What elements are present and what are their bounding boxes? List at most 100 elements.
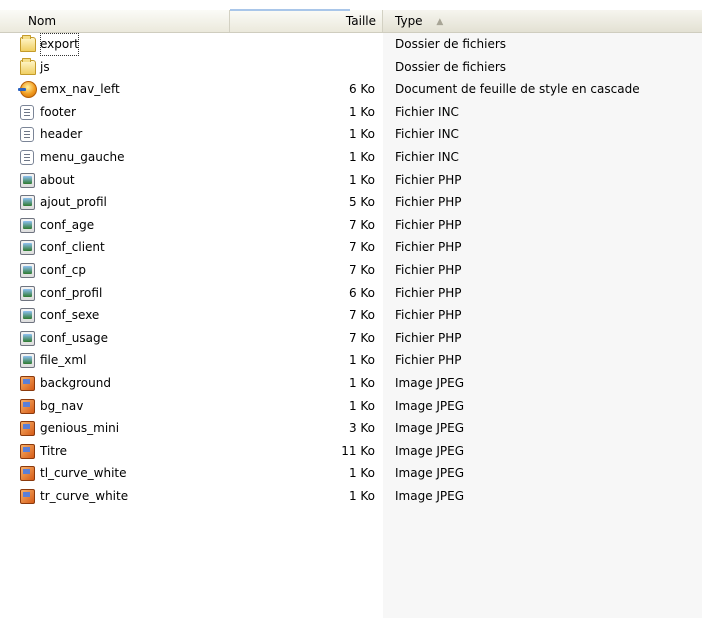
file-row[interactable]: genious_mini 3 Ko Image JPEG: [0, 417, 702, 440]
file-size: 5 Ko: [348, 195, 375, 210]
file-type: Fichier PHP: [395, 195, 462, 210]
file-name-cell[interactable]: background: [20, 372, 230, 395]
file-size: 1 Ko: [348, 488, 375, 503]
php-file-icon: [20, 172, 35, 188]
file-name-cell[interactable]: bg_nav: [20, 395, 230, 418]
file-name-cell[interactable]: Titre: [20, 440, 230, 463]
file-size: 6 Ko: [348, 285, 375, 300]
file-type: Fichier PHP: [395, 262, 462, 277]
file-name-cell[interactable]: emx_nav_left: [18, 78, 230, 101]
file-name-cell[interactable]: conf_cp: [20, 259, 230, 282]
file-size: 7 Ko: [348, 240, 375, 255]
file-name-cell[interactable]: ajout_profil: [20, 191, 230, 214]
file-name: bg_nav: [40, 398, 84, 413]
file-name-cell[interactable]: header: [20, 123, 230, 146]
file-row[interactable]: about 1 Ko Fichier PHP: [0, 169, 702, 192]
text-file-icon: [20, 127, 34, 143]
file-type: Image JPEG: [395, 375, 465, 390]
sort-ascending-icon: ▲: [436, 17, 444, 27]
file-name-cell[interactable]: conf_usage: [20, 327, 230, 350]
file-row[interactable]: tl_curve_white 1 Ko Image JPEG: [0, 462, 702, 485]
column-header-name-label: Nom: [28, 14, 57, 28]
php-file-icon: [20, 285, 35, 301]
file-row[interactable]: bg_nav 1 Ko Image JPEG: [0, 395, 702, 418]
file-name-cell[interactable]: conf_age: [20, 214, 230, 237]
file-row[interactable]: conf_client 7 Ko Fichier PHP: [0, 236, 702, 259]
file-name-cell[interactable]: file_xml: [20, 349, 230, 372]
file-type: Dossier de fichiers: [395, 37, 507, 51]
file-name: file_xml: [40, 353, 87, 368]
file-size: 1 Ko: [348, 127, 375, 142]
file-name: menu_gauche: [40, 149, 125, 164]
file-row[interactable]: tr_curve_white 1 Ko Image JPEG: [0, 485, 702, 508]
file-name-cell[interactable]: tl_curve_white: [20, 462, 230, 485]
file-row[interactable]: export Dossier de fichiers: [0, 33, 702, 56]
file-name-cell[interactable]: conf_client: [20, 236, 230, 259]
file-name-cell[interactable]: conf_sexe: [20, 304, 230, 327]
file-size: 7 Ko: [348, 308, 375, 323]
file-name-cell[interactable]: conf_profil: [20, 282, 230, 305]
text-file-icon: [20, 104, 34, 120]
file-row[interactable]: emx_nav_left 6 Ko Document de feuille de…: [0, 78, 702, 101]
file-type: Fichier PHP: [395, 240, 462, 255]
file-name: emx_nav_left: [40, 82, 120, 97]
file-name: conf_usage: [40, 330, 108, 345]
file-name: tr_curve_white: [40, 488, 129, 503]
sorted-column-indicator: [230, 9, 350, 11]
column-header-name[interactable]: Nom: [0, 10, 230, 32]
file-name: ajout_profil: [40, 195, 107, 210]
file-row[interactable]: background 1 Ko Image JPEG: [0, 372, 702, 395]
file-type: Image JPEG: [395, 466, 465, 481]
file-size: 1 Ko: [348, 353, 375, 368]
text-file-icon: [20, 149, 34, 165]
file-size: 7 Ko: [348, 262, 375, 277]
file-name-cell[interactable]: export: [20, 33, 230, 56]
php-file-icon: [20, 262, 35, 278]
file-name: background: [40, 375, 111, 390]
file-row[interactable]: conf_profil 6 Ko Fichier PHP: [0, 282, 702, 305]
file-name-cell[interactable]: about: [20, 169, 230, 192]
file-row[interactable]: Titre 11 Ko Image JPEG: [0, 440, 702, 463]
column-header-size[interactable]: Taille: [230, 10, 383, 32]
file-row[interactable]: conf_cp 7 Ko Fichier PHP: [0, 259, 702, 282]
file-size: 1 Ko: [348, 104, 375, 119]
file-size: 1 Ko: [348, 375, 375, 390]
php-file-icon: [20, 330, 35, 346]
file-type: Fichier PHP: [395, 285, 462, 300]
file-type: Image JPEG: [395, 443, 465, 458]
file-row[interactable]: js Dossier de fichiers: [0, 56, 702, 79]
jpeg-file-icon: [20, 443, 35, 459]
file-row[interactable]: conf_age 7 Ko Fichier PHP: [0, 214, 702, 237]
column-header-type[interactable]: Type ▲: [383, 10, 702, 32]
column-header-bar: Nom Taille Type ▲: [0, 9, 702, 33]
file-size: 7 Ko: [348, 217, 375, 232]
file-row[interactable]: file_xml 1 Ko Fichier PHP: [0, 349, 702, 372]
file-row[interactable]: ajout_profil 5 Ko Fichier PHP: [0, 191, 702, 214]
file-type: Image JPEG: [395, 421, 465, 436]
file-name: conf_cp: [40, 262, 86, 277]
jpeg-file-icon: [20, 421, 35, 437]
file-type: Image JPEG: [395, 488, 465, 503]
file-type: Fichier INC: [395, 127, 459, 142]
file-size: 3 Ko: [348, 421, 375, 436]
file-row[interactable]: menu_gauche 1 Ko Fichier INC: [0, 146, 702, 169]
file-name-cell[interactable]: footer: [20, 101, 230, 124]
file-row[interactable]: conf_sexe 7 Ko Fichier PHP: [0, 304, 702, 327]
file-type: Fichier PHP: [395, 172, 462, 187]
file-row[interactable]: footer 1 Ko Fichier INC: [0, 101, 702, 124]
file-name: header: [40, 127, 83, 142]
file-name-cell[interactable]: js: [20, 56, 230, 79]
file-row[interactable]: header 1 Ko Fichier INC: [0, 123, 702, 146]
file-type: Dossier de fichiers: [395, 59, 507, 74]
jpeg-file-icon: [20, 488, 35, 504]
file-size: 1 Ko: [348, 149, 375, 164]
file-size: 6 Ko: [348, 82, 375, 97]
file-name: conf_profil: [40, 285, 103, 300]
php-file-icon: [20, 217, 35, 233]
file-row[interactable]: conf_usage 7 Ko Fichier PHP: [0, 327, 702, 350]
file-name: conf_client: [40, 240, 105, 255]
file-size: 1 Ko: [348, 398, 375, 413]
file-name-cell[interactable]: tr_curve_white: [20, 485, 230, 508]
file-name-cell[interactable]: menu_gauche: [20, 146, 230, 169]
file-name-cell[interactable]: genious_mini: [20, 417, 230, 440]
